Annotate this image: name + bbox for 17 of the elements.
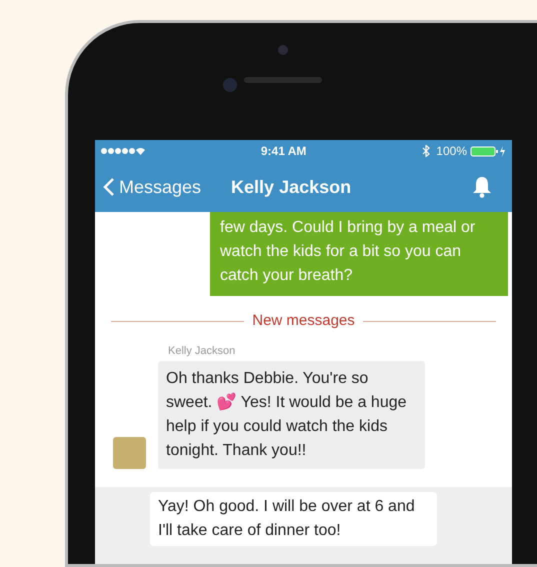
battery-percent: 100% bbox=[436, 143, 467, 160]
received-message: Oh thanks Debbie. You're so sweet. 💕 Yes! It would be a huge help if you could watch the kids tonight. Thank you!! bbox=[158, 361, 425, 469]
message-input[interactable]: Yay! Oh good. I will be over at 6 and I'll take care of dinner too! bbox=[150, 492, 437, 546]
avatar-photo-placeholder bbox=[113, 437, 146, 469]
chevron-left-icon bbox=[103, 177, 115, 197]
bluetooth-icon bbox=[422, 145, 430, 157]
camera-lens bbox=[278, 45, 288, 55]
sender-name: Kelly Jackson bbox=[168, 344, 236, 358]
battery-charging-icon bbox=[470, 146, 506, 156]
conversation-title: Kelly Jackson bbox=[231, 176, 352, 199]
new-messages-label: New messages bbox=[252, 311, 355, 331]
sent-message: few days. Could I bring by a meal or watch the kids for a bit so you can catch your breath? bbox=[210, 212, 508, 296]
signal-icon bbox=[101, 147, 145, 155]
front-camera bbox=[223, 78, 237, 92]
bell-icon[interactable] bbox=[472, 176, 492, 198]
status-time: 9:41 AM bbox=[260, 143, 306, 160]
back-link[interactable]: Messages bbox=[103, 174, 202, 200]
